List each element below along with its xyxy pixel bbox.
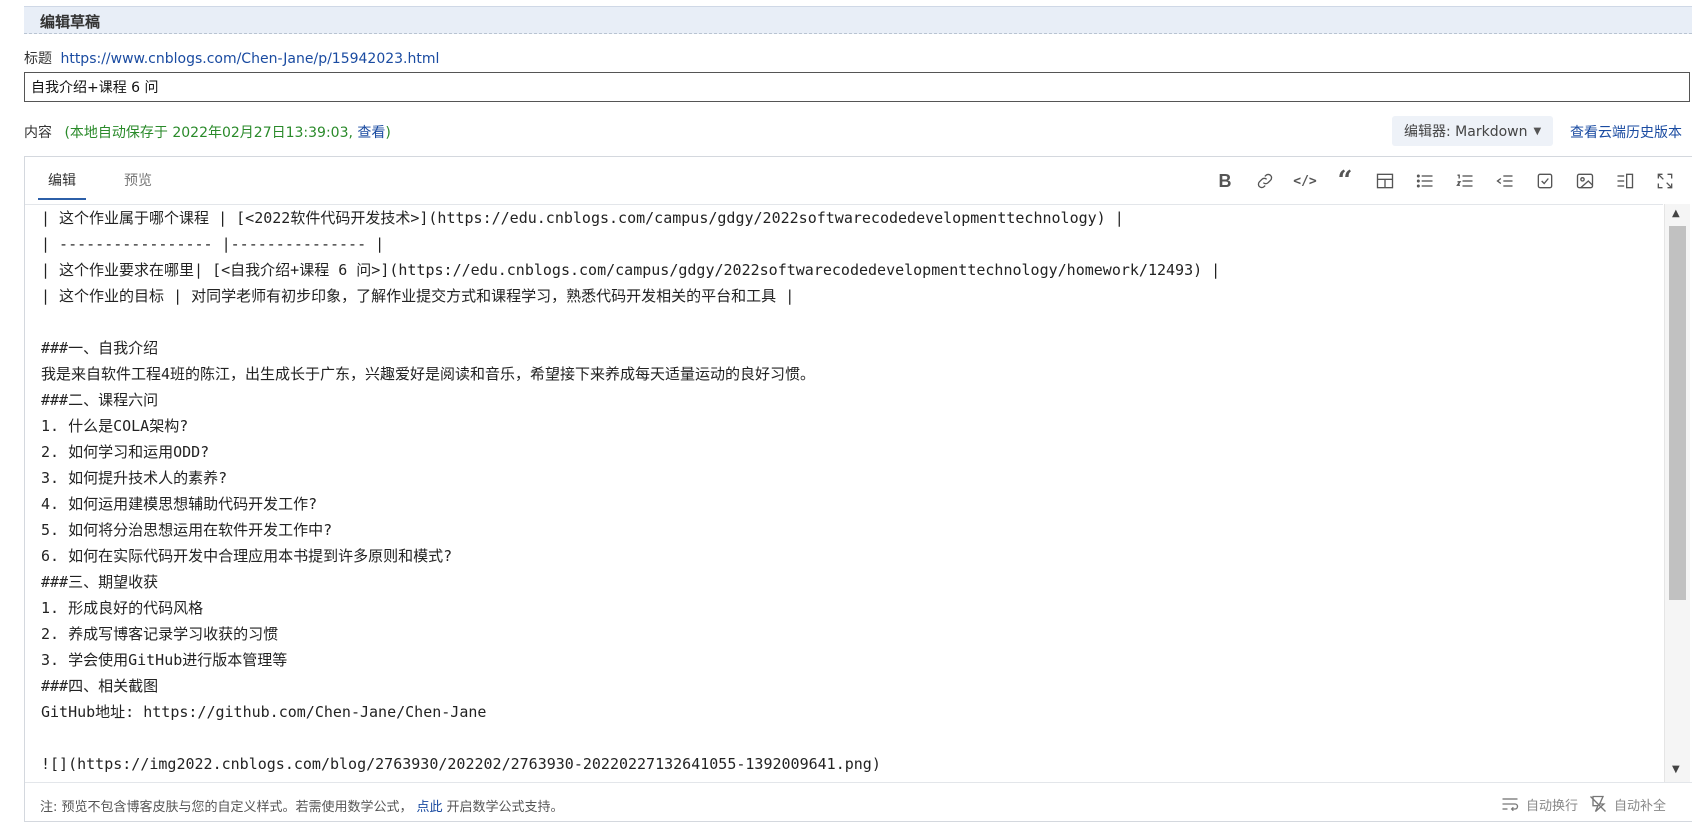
editor-line: | ----------------- |--------------- |: [41, 235, 385, 253]
editor-line: 5. 如何将分治思想运用在软件开发工作中?: [41, 521, 333, 539]
quote-icon[interactable]: “: [1332, 168, 1358, 194]
math-enable-link[interactable]: 点此: [417, 800, 443, 815]
markdown-editor[interactable]: | 这个作业属于哪个课程 | [<2022软件代码开发技术>](https://…: [25, 204, 1663, 782]
tab-edit[interactable]: 编辑: [38, 170, 86, 200]
autosave-close: ): [385, 125, 391, 141]
numbered-list-icon[interactable]: [1452, 168, 1478, 194]
auto-complete-label: 自动补全: [1614, 798, 1667, 814]
autosave-text: (本地自动保存于 2022年02月27日13:39:03,: [64, 125, 353, 141]
editor-toolbar: B </> “: [1212, 168, 1678, 194]
draft-header-bar: [24, 6, 1692, 34]
split-view-icon[interactable]: [1612, 168, 1638, 194]
tab-preview[interactable]: 预览: [114, 170, 162, 200]
editor-line: 3. 学会使用GitHub进行版本管理等: [41, 651, 288, 669]
editor-line: 2. 养成写博客记录学习收获的习惯: [41, 625, 279, 643]
editor-line: | 这个作业要求在哪里| [<自我介绍+课程 6 问>](https://edu…: [41, 261, 1221, 279]
caret-down-icon: ▼: [1533, 125, 1542, 137]
image-icon[interactable]: [1572, 168, 1598, 194]
view-autosave-link[interactable]: 查看: [357, 125, 385, 141]
content-label: 内容: [24, 125, 52, 141]
note-suffix: 开启数学公式支持。: [446, 800, 564, 815]
post-url-link[interactable]: https://www.cnblogs.com/Chen-Jane/p/1594…: [60, 51, 439, 67]
editor-line: | 这个作业属于哪个课程 | [<2022软件代码开发技术>](https://…: [41, 209, 1124, 227]
bold-icon[interactable]: B: [1212, 168, 1238, 194]
scroll-up-icon[interactable]: ▲: [1672, 208, 1680, 219]
editor-type-dropdown[interactable]: 编辑器: Markdown ▼: [1392, 116, 1554, 146]
editor-scrollbar[interactable]: ▲ ▼: [1664, 204, 1690, 782]
bullet-list-icon[interactable]: [1412, 168, 1438, 194]
editor-line: 4. 如何运用建模思想辅助代码开发工作?: [41, 495, 318, 513]
editor-line: | 这个作业的目标 | 对同学老师有初步印象，了解作业提交方式和课程学习，熟悉代…: [41, 287, 795, 305]
footer-divider: [25, 782, 1692, 783]
editor-type-label: 编辑器: Markdown: [1404, 124, 1528, 140]
page-title: 编辑草稿: [40, 13, 101, 31]
editor-line: ###二、课程六问: [41, 391, 159, 409]
editor-line: GitHub地址: https://github.com/Chen-Jane/C…: [41, 703, 487, 721]
editor-tabs: 编辑 预览: [38, 170, 162, 200]
indent-icon[interactable]: [1492, 168, 1518, 194]
editor-line: 6. 如何在实际代码开发中合理应用本书提到许多原则和模式?: [41, 547, 453, 565]
scroll-down-icon[interactable]: ▼: [1672, 764, 1680, 775]
note-prefix: 注: 预览不包含博客皮肤与您的自定义样式。若需使用数学公式，: [40, 800, 413, 815]
editor-line: ###一、自我介绍: [41, 339, 159, 357]
auto-wrap-label: 自动换行: [1526, 798, 1579, 814]
auto-wrap-toggle[interactable]: 自动换行: [1500, 794, 1578, 814]
editor-line: ###四、相关截图: [41, 677, 159, 695]
cloud-history-link[interactable]: 查看云端历史版本: [1570, 122, 1682, 142]
code-icon[interactable]: </>: [1292, 168, 1318, 194]
editor-line: 2. 如何学习和运用ODD?: [41, 443, 210, 461]
editor-line: 我是来自软件工程4班的陈江，出生成长于广东，兴趣爱好是阅读和音乐，希望接下来养成…: [41, 365, 816, 383]
editor-line: ![](https://img2022.cnblogs.com/blog/276…: [41, 755, 881, 773]
fullscreen-icon[interactable]: [1652, 168, 1678, 194]
title-label: 标题: [24, 51, 52, 67]
table-icon[interactable]: [1372, 168, 1398, 194]
preview-note: 注: 预览不包含博客皮肤与您的自定义样式。若需使用数学公式， 点此 开启数学公式支持…: [40, 796, 564, 815]
title-row: 标题 https://www.cnblogs.com/Chen-Jane/p/1…: [24, 48, 439, 68]
auto-complete-icon: [1590, 795, 1606, 812]
auto-complete-toggle[interactable]: 自动补全: [1588, 794, 1666, 814]
autosave-status: (本地自动保存于 2022年02月27日13:39:03, 查看): [64, 125, 390, 141]
editor-line: ###三、期望收获: [41, 573, 159, 591]
editor-line: 3. 如何提升技术人的素养?: [41, 469, 228, 487]
title-input[interactable]: [24, 72, 1690, 102]
link-icon[interactable]: [1252, 168, 1278, 194]
editor-line: 1. 什么是COLA架构?: [41, 417, 189, 435]
wrap-icon: [1502, 798, 1519, 812]
content-row: 内容 (本地自动保存于 2022年02月27日13:39:03, 查看): [24, 122, 391, 142]
editor-options: 自动换行 自动补全: [1500, 794, 1666, 814]
scrollbar-thumb[interactable]: [1669, 226, 1686, 600]
editor-line: 1. 形成良好的代码风格: [41, 599, 204, 617]
checkbox-icon[interactable]: [1532, 168, 1558, 194]
